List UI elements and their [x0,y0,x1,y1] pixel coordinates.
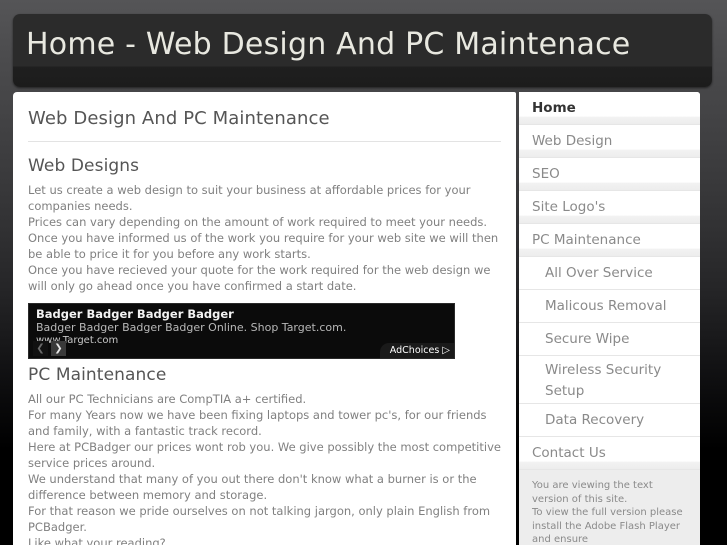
content-title: Web Design And PC Maintenance [28,108,330,129]
section-heading-pc-maintenance: PC Maintenance [28,365,167,385]
sidebar-item-secure-wipe[interactable]: Secure Wipe [519,323,700,356]
sidebar-item-all-over-service[interactable]: All Over Service [519,257,700,290]
paragraph: Here at PCBadger our prices wont rob you… [28,440,501,470]
sidebar-item-web-design[interactable]: Web Design [519,125,700,158]
notice-line: You are viewing the text version of this… [532,480,653,505]
ad-carousel-controls[interactable]: ❮ ❯ [33,340,66,357]
main-content-panel: Web Design And PC Maintenance Web Design… [13,92,516,545]
sidebar-item-home[interactable]: Home [519,92,700,125]
section-heading-web-designs: Web Designs [28,156,140,176]
advertisement-banner[interactable]: Badger Badger Badger Badger Badger Badge… [28,303,455,359]
ad-title: Badger Badger Badger Badger [36,307,234,321]
notice-line: To view the full version please install … [532,507,683,545]
paragraph: We understand that many of you out there… [28,472,477,502]
paragraph: Once you have informed us of the work yo… [28,231,499,261]
paragraph: All our PC Technicians are CompTIA a+ ce… [28,392,307,406]
page-root: Home - Web Design And PC Maintenace Web … [0,0,727,545]
adchoices-triangle-icon: ▷ [442,344,450,356]
paragraph: Like what your reading? [28,536,166,545]
sidebar-item-wireless-security-setup[interactable]: Wireless Security Setup [519,356,700,404]
page-heading: Home - Web Design And PC Maintenace [26,27,631,62]
sidebar-item-seo[interactable]: SEO [519,158,700,191]
site-header: Home - Web Design And PC Maintenace [13,14,712,87]
flash-player-notice: You are viewing the text version of this… [519,470,700,545]
sidebar-item-data-recovery[interactable]: Data Recovery [519,404,700,437]
sidebar-navigation: Home Web Design SEO Site Logo's PC Maint… [519,92,700,545]
section-body-pc-maintenance: All our PC Technicians are CompTIA a+ ce… [28,391,501,545]
chevron-right-icon[interactable]: ❯ [51,341,66,356]
paragraph: For that reason we pride ourselves on no… [28,504,491,534]
paragraph: Prices can vary depending on the amount … [28,215,488,229]
adchoices-label: AdChoices [389,345,440,356]
chevron-left-icon[interactable]: ❮ [33,341,48,356]
sidebar-item-pc-maintenance[interactable]: PC Maintenance [519,224,700,257]
sidebar-item-site-logos[interactable]: Site Logo's [519,191,700,224]
ad-description: Badger Badger Badger Badger Online. Shop… [36,321,347,334]
sidebar-item-malicous-removal[interactable]: Malicous Removal [519,290,700,323]
section-body-web-designs: Let us create a web design to suit your … [28,182,501,294]
paragraph: For many Years now we have been fixing l… [28,408,487,438]
paragraph: Let us create a web design to suit your … [28,183,471,213]
paragraph: Once you have recieved your quote for th… [28,263,491,293]
sidebar-item-contact-us[interactable]: Contact Us [519,437,700,470]
adchoices-button[interactable]: AdChoices ▷ [379,343,454,358]
title-divider [28,141,501,142]
